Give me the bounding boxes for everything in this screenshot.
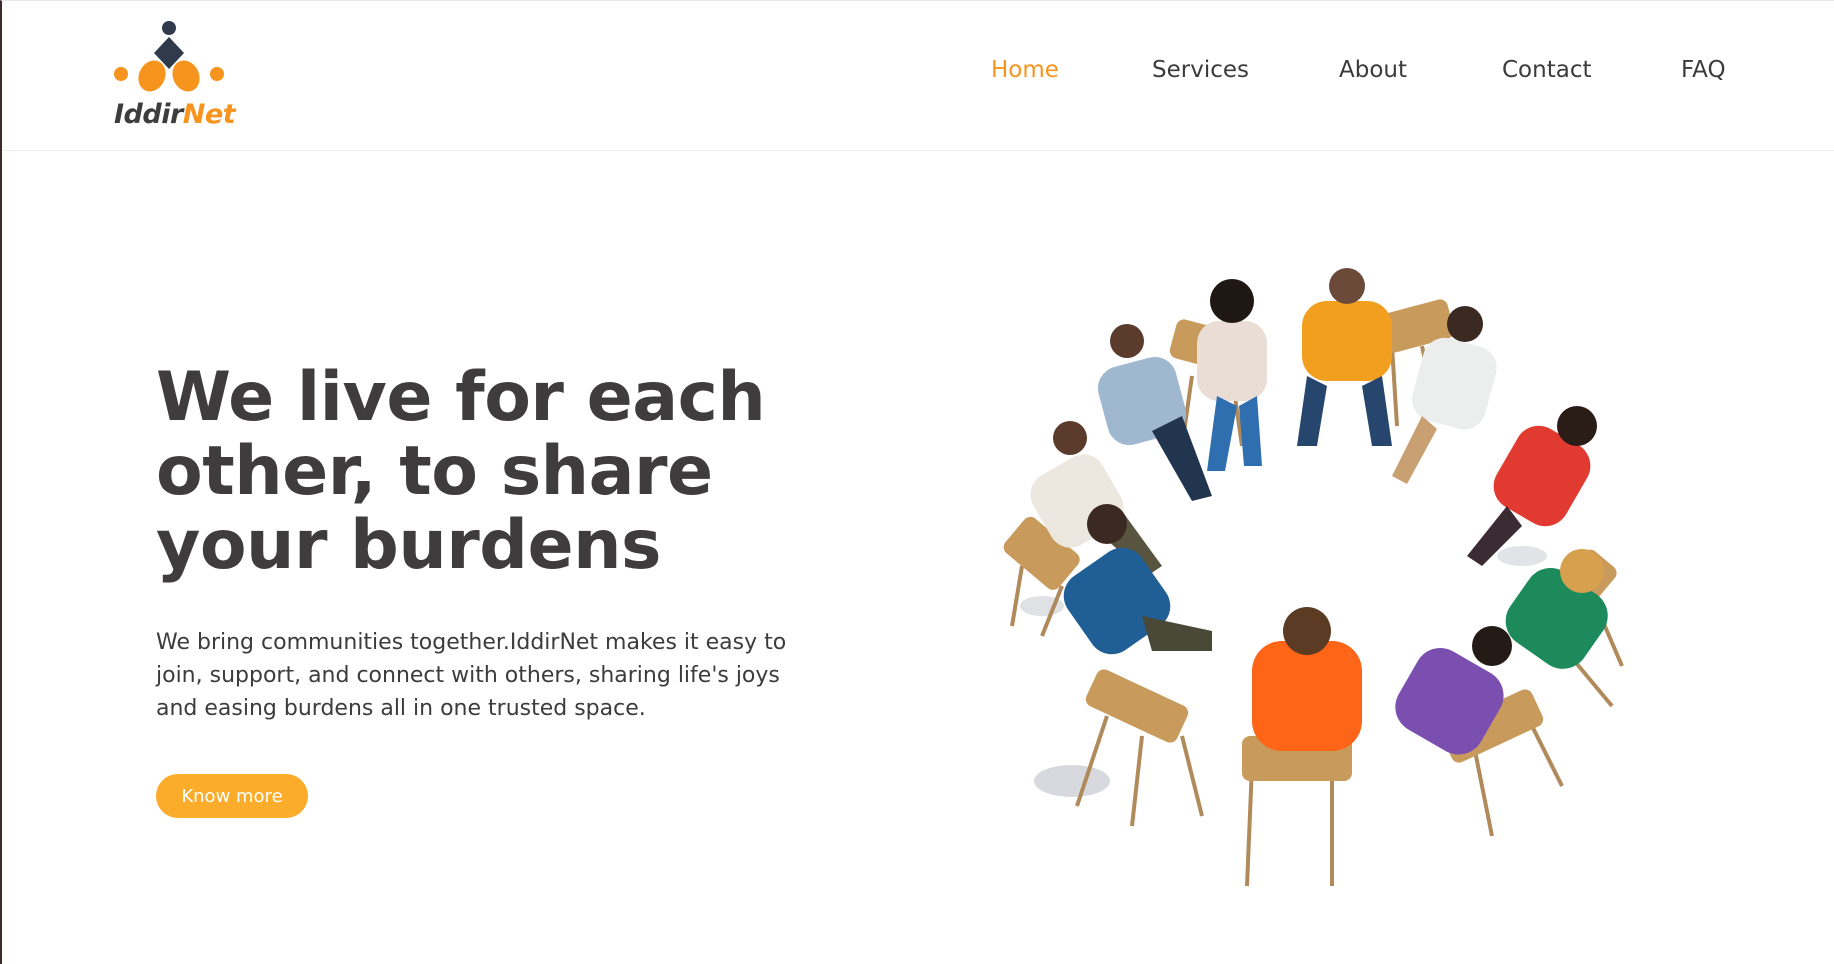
logo-text: IddirNet — [114, 99, 236, 130]
hero-title: We live for each other, to share your bu… — [156, 358, 766, 585]
nav-contact[interactable]: Contact — [1502, 57, 1591, 83]
nav-services[interactable]: Services — [1152, 57, 1249, 83]
community-circle-image — [1003, 268, 1624, 887]
hero-description: We bring communities together.IddirNet m… — [156, 630, 787, 721]
know-more-button[interactable]: Know more — [156, 774, 308, 818]
logo-text-net: Net — [182, 99, 236, 130]
nav-about[interactable]: About — [1339, 57, 1407, 83]
nav-home[interactable]: Home — [991, 57, 1059, 83]
page: IddirNet Home Services About Contact FAQ… — [0, 0, 1834, 964]
site-header: IddirNet Home Services About Contact FAQ — [2, 1, 1834, 151]
logo-text-iddir: Iddir — [114, 99, 183, 130]
nav-faq[interactable]: FAQ — [1681, 57, 1726, 83]
people-circle-illustration — [1002, 266, 1702, 896]
main-nav: Home Services About Contact FAQ — [2, 57, 1834, 97]
